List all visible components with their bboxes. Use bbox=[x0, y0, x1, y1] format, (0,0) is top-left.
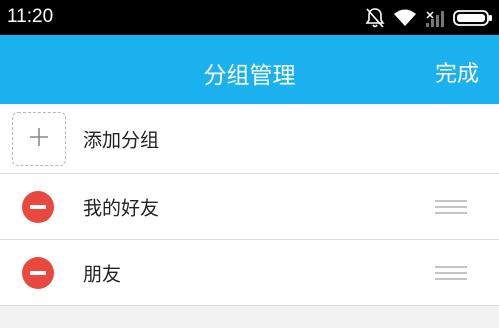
add-group-label: 添加分组 bbox=[83, 129, 160, 151]
battery-icon bbox=[453, 9, 493, 27]
title-bar: 分组管理 完成 bbox=[0, 35, 499, 104]
status-time: 11:20 bbox=[7, 6, 54, 27]
status-bar: 11:20 bbox=[0, 0, 499, 35]
remove-group-button[interactable] bbox=[22, 256, 54, 289]
group-row: 朋友 bbox=[0, 240, 499, 306]
page-title: 分组管理 bbox=[203, 63, 296, 89]
signal-icon bbox=[425, 9, 445, 27]
drag-handle[interactable] bbox=[435, 199, 467, 214]
group-list: 添加分组 我的好友 朋友 bbox=[0, 104, 499, 306]
add-group-row[interactable]: 添加分组 bbox=[0, 104, 499, 174]
group-label: 我的好友 bbox=[83, 197, 160, 219]
remove-group-button[interactable] bbox=[22, 190, 54, 223]
done-button[interactable]: 完成 bbox=[435, 56, 479, 88]
drag-handle[interactable] bbox=[435, 265, 467, 280]
add-group-button[interactable] bbox=[12, 112, 66, 166]
group-row: 我的好友 bbox=[0, 174, 499, 240]
group-label: 朋友 bbox=[83, 263, 122, 285]
status-icons bbox=[365, 6, 493, 30]
wifi-icon bbox=[393, 8, 417, 28]
bell-off-icon bbox=[365, 7, 385, 29]
plus-icon bbox=[28, 126, 50, 152]
